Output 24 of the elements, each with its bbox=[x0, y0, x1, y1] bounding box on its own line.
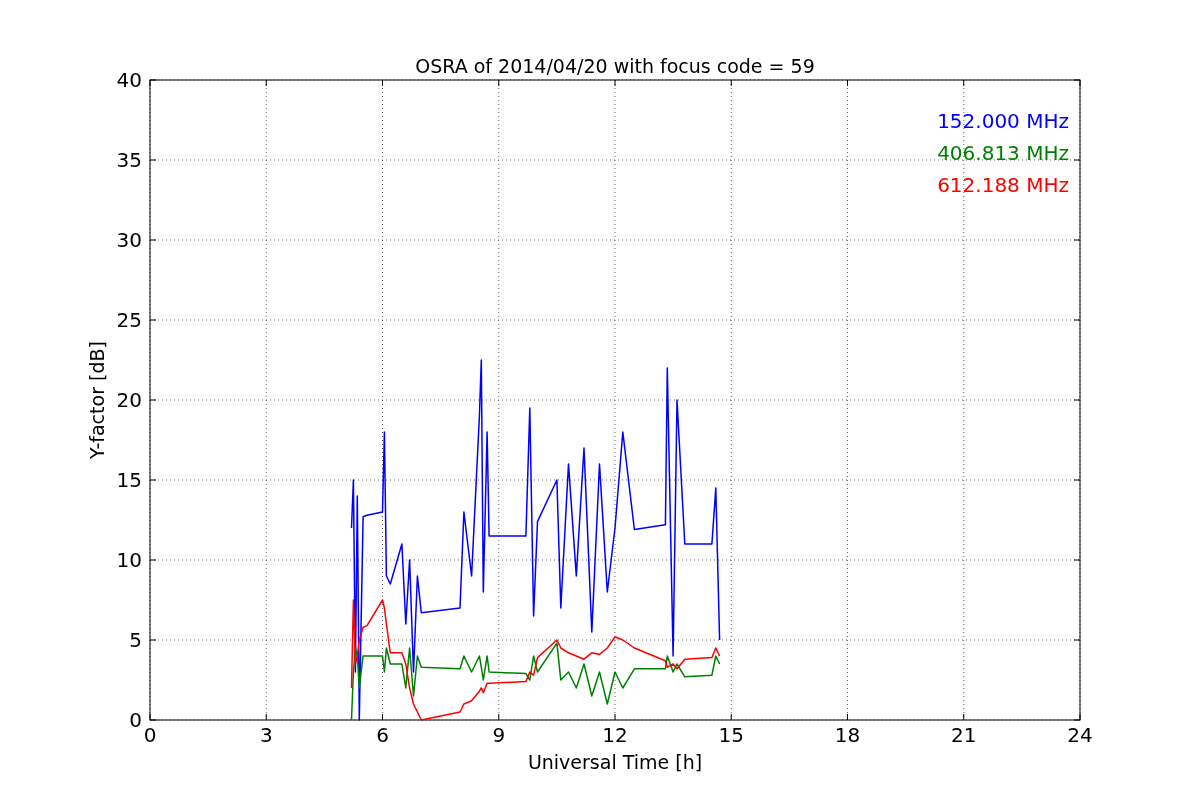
tick-label: 10 bbox=[116, 548, 142, 572]
tick-label: 15 bbox=[718, 723, 744, 747]
chart-title: OSRA of 2014/04/20 with focus code = 59 bbox=[415, 55, 815, 77]
axis-label: Universal Time [h] bbox=[527, 751, 703, 773]
tick-label: 5 bbox=[129, 628, 142, 652]
tick-label: 21 bbox=[951, 723, 977, 747]
legend-label: 612.188 MHz bbox=[937, 173, 1069, 197]
tick-label: 9 bbox=[492, 723, 506, 747]
tick-label: 0 bbox=[143, 723, 157, 747]
tick-label: 30 bbox=[116, 228, 142, 252]
tick-label: 20 bbox=[116, 388, 142, 412]
legend-label: 152.000 MHz bbox=[937, 109, 1069, 133]
axis-label: Y-factor [dB] bbox=[86, 341, 108, 459]
tick-label: 3 bbox=[259, 723, 273, 747]
tick-label: 24 bbox=[1067, 723, 1093, 747]
tick-label: 18 bbox=[834, 723, 861, 747]
tick-label: 25 bbox=[116, 308, 142, 332]
tick-label: 35 bbox=[116, 148, 142, 172]
tick-label: 0 bbox=[129, 708, 142, 732]
legend-label: 406.813 MHz bbox=[937, 141, 1069, 165]
tick-label: 12 bbox=[602, 723, 628, 747]
tick-label: 15 bbox=[116, 468, 142, 492]
tick-label: 40 bbox=[116, 68, 142, 92]
tick-label: 6 bbox=[376, 723, 389, 747]
